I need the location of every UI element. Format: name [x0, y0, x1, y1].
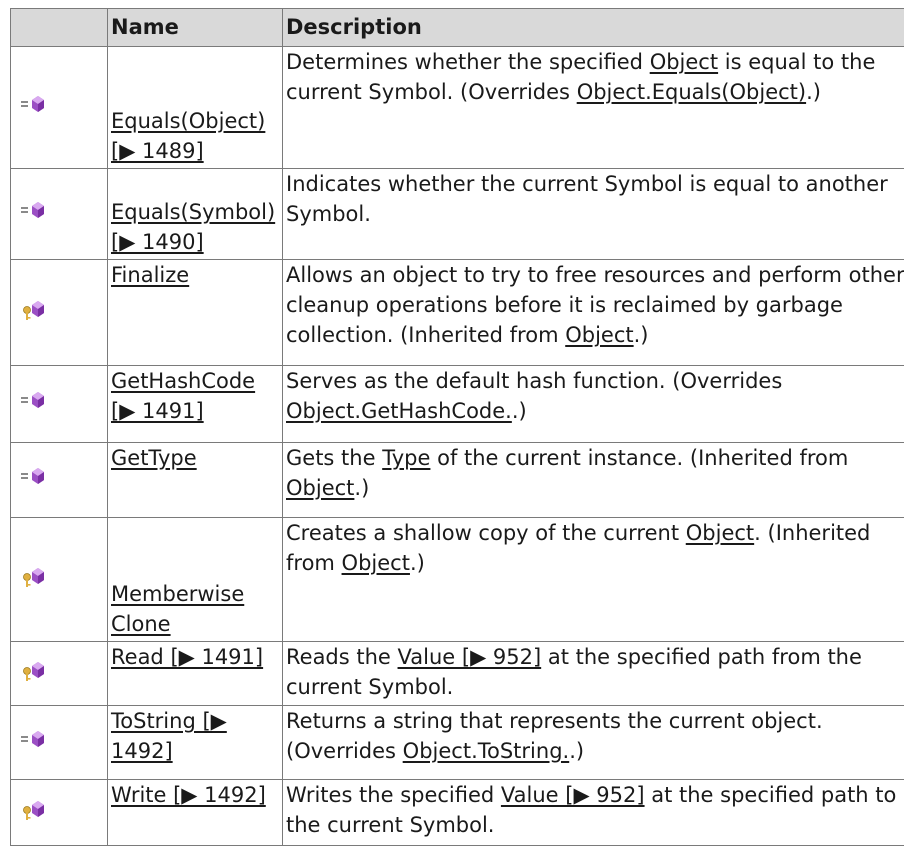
protected-method-icon: [19, 796, 49, 822]
member-name-cell: ToString [▶ 1492]: [107, 705, 283, 780]
member-description-cell: Returns a string that represents the cur…: [282, 705, 904, 780]
header-description: Description: [282, 8, 904, 47]
row-icon-cell: [10, 46, 108, 169]
description-text: Gets the: [286, 446, 383, 470]
row-icon-cell: [10, 365, 108, 443]
member-description-cell: Serves as the default hash function. (Ov…: [282, 365, 904, 443]
member-name-link[interactable]: GetType: [111, 446, 197, 470]
description-text: .): [633, 323, 649, 347]
members-table: Name Description Equals(Object) [▶ 1489]…: [10, 8, 904, 846]
description-text: of the current instance. (Inherited from: [430, 446, 849, 470]
description-link[interactable]: Object: [286, 476, 354, 500]
row-icon-cell: [10, 259, 108, 366]
description-link[interactable]: Value [▶ 952]: [501, 783, 645, 807]
public-method-icon: [19, 387, 49, 413]
description-link[interactable]: Object: [565, 323, 633, 347]
description-link[interactable]: Object: [686, 521, 754, 545]
member-description-cell: Allows an object to try to free resource…: [282, 259, 904, 366]
table-row: Write [▶ 1492] Writes the specified Value…: [10, 779, 904, 846]
public-method-icon: [19, 726, 49, 752]
description-text: .): [806, 80, 821, 104]
member-name-link[interactable]: Finalize: [111, 263, 189, 287]
table-row: Finalize Allows an object to try to free …: [10, 259, 904, 366]
member-description-cell: Creates a shallow copy of the current Ob…: [282, 517, 904, 642]
protected-method-icon: [19, 657, 49, 683]
public-method-icon: [19, 463, 49, 489]
member-description-cell: Reads the Value [▶ 952] at the specified…: [282, 641, 904, 706]
description-link[interactable]: Object: [342, 551, 410, 575]
row-icon-cell: [10, 442, 108, 518]
description-text: .): [511, 399, 527, 423]
member-name-link[interactable]: Equals(Symbol) [▶ 1490]: [111, 200, 275, 254]
table-row: Memberwise Clone Creates a shallow copy o…: [10, 517, 904, 642]
table-row: Read [▶ 1491] Reads the Value [▶ 952] at …: [10, 641, 904, 706]
member-name-link[interactable]: ToString [▶ 1492]: [111, 709, 227, 763]
row-icon-cell: [10, 517, 108, 642]
protected-method-icon: [19, 563, 49, 589]
member-name-cell: Write [▶ 1492]: [107, 779, 283, 846]
member-name-cell: Memberwise Clone: [107, 517, 283, 642]
header-name: Name: [107, 8, 283, 47]
description-text: .): [354, 476, 370, 500]
description-text: Writes the specified: [286, 783, 501, 807]
member-description-cell: Indicates whether the current Symbol is …: [282, 168, 904, 260]
member-name-cell: Equals(Symbol) [▶ 1490]: [107, 168, 283, 260]
table-row: GetType Gets the Type of the current inst…: [10, 442, 904, 518]
member-name-cell: Equals(Object) [▶ 1489]: [107, 46, 283, 169]
description-text: Indicates whether the current Symbol is …: [286, 172, 888, 226]
header-icon-column: [10, 8, 108, 47]
public-method-icon: [19, 91, 49, 117]
description-link[interactable]: Value [▶ 952]: [398, 645, 542, 669]
row-icon-cell: [10, 168, 108, 260]
member-name-cell: Read [▶ 1491]: [107, 641, 283, 706]
member-name-link[interactable]: GetHashCode [▶ 1491]: [111, 369, 255, 423]
table-row: Equals(Symbol) [▶ 1490] Indicates whether…: [10, 168, 904, 260]
table-row: GetHashCode [▶ 1491] Serves as the defaul…: [10, 365, 904, 443]
description-text: Serves as the default hash function. (Ov…: [286, 369, 783, 393]
member-description-cell: Gets the Type of the current instance. (…: [282, 442, 904, 518]
member-name-cell: GetType: [107, 442, 283, 518]
table-row: Equals(Object) [▶ 1489] Determines whethe…: [10, 46, 904, 169]
description-link[interactable]: Object.GetHashCode.: [286, 399, 512, 423]
member-name-link[interactable]: Equals(Object) [▶ 1489]: [111, 109, 265, 163]
description-text: .): [569, 739, 585, 763]
description-text: .): [409, 551, 425, 575]
table-header-row: Name Description: [10, 8, 904, 47]
description-text: Reads the: [286, 645, 398, 669]
member-name-link[interactable]: Memberwise Clone: [111, 582, 244, 636]
description-link[interactable]: Object: [650, 50, 718, 74]
member-name-cell: Finalize: [107, 259, 283, 366]
row-icon-cell: [10, 641, 108, 706]
protected-method-icon: [19, 296, 49, 322]
member-description-cell: Writes the specified Value [▶ 952] at th…: [282, 779, 904, 846]
description-link[interactable]: Type: [382, 446, 430, 470]
public-method-icon: [19, 197, 49, 223]
row-icon-cell: [10, 705, 108, 780]
description-link[interactable]: Object.ToString.: [403, 739, 570, 763]
row-icon-cell: [10, 779, 108, 846]
member-name-link[interactable]: Write [▶ 1492]: [111, 783, 266, 807]
member-description-cell: Determines whether the specified Object …: [282, 46, 904, 169]
description-text: Creates a shallow copy of the current: [286, 521, 686, 545]
table-row: ToString [▶ 1492] Returns a string that r…: [10, 705, 904, 780]
member-name-cell: GetHashCode [▶ 1491]: [107, 365, 283, 443]
description-link[interactable]: Object.Equals(Object): [577, 80, 806, 104]
member-name-link[interactable]: Read [▶ 1491]: [111, 645, 263, 669]
description-text: Determines whether the specified: [286, 50, 650, 74]
